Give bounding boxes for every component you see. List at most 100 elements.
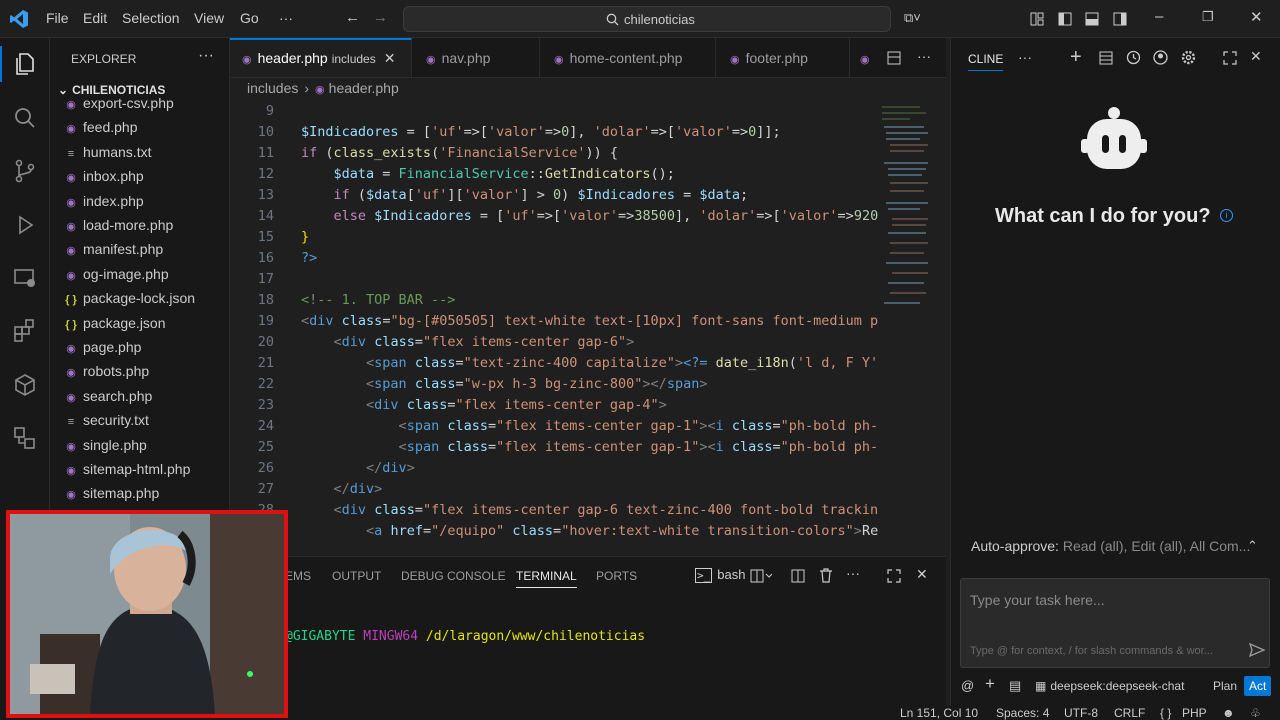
tab-footer-php[interactable]: ◉ footer.php [716,38,850,77]
file-item[interactable]: ≡ security.txt [62,412,228,434]
file-item[interactable]: ◉ og-image.php [62,266,228,288]
language-mode[interactable]: PHP [1182,706,1207,720]
history-icon[interactable] [1126,50,1141,65]
file-item[interactable]: { } package.json [62,315,228,337]
braces-icon[interactable]: { } [1160,706,1171,720]
tab-header-php[interactable]: ◉ header.php includes ✕ [230,38,412,77]
remote-explorer-icon[interactable] [12,265,38,291]
file-item[interactable]: ◉ single.php [62,437,228,459]
webcam-person-image [10,514,284,714]
tab-ports[interactable]: PORTS [596,569,637,583]
tab-terminal[interactable]: TERMINAL [516,569,577,588]
cline-more-button[interactable]: ··· [1018,49,1032,65]
customize-layout-icon[interactable] [1030,12,1044,26]
menu-edit[interactable]: Edit [83,10,107,26]
act-toggle[interactable]: Act [1244,676,1272,696]
explorer-files-icon[interactable] [12,51,38,77]
line-number: 11 [257,145,274,161]
toggle-panel-icon[interactable] [1085,12,1099,26]
add-context-plus-icon[interactable]: + [985,674,995,694]
command-center-search[interactable]: chilenoticias [403,6,891,32]
remote-connections-icon[interactable] [12,425,38,451]
menu-go[interactable]: Go [240,10,259,26]
source-control-icon[interactable] [12,158,38,184]
mcp-servers-icon[interactable] [1099,51,1113,65]
account-icon[interactable] [1153,50,1168,65]
file-item[interactable]: ◉ page.php [62,339,228,361]
menu-file[interactable]: File [46,10,69,26]
file-item[interactable]: ◉ manifest.php [62,241,228,263]
at-mention-icon[interactable]: @ [961,678,974,693]
indentation[interactable]: Spaces: 4 [996,706,1049,720]
containers-cube-icon[interactable] [12,372,38,398]
toggle-sidebar-icon[interactable] [1058,12,1072,26]
auto-approve-bar[interactable]: Auto-approve: Read (all), Edit (all), Al… [971,538,1250,554]
tab-overflow[interactable]: ◉ [850,38,880,77]
breadcrumb-file[interactable]: header.php [329,80,399,96]
extensions-icon[interactable] [12,318,38,344]
new-task-plus-icon[interactable]: + [1070,46,1082,69]
menu-view[interactable]: View [194,10,224,26]
rules-icon[interactable]: ▤ [1009,678,1021,694]
file-item[interactable]: ◉ load-more.php [62,217,228,239]
chevron-up-icon[interactable]: ⌃ [1247,538,1258,554]
open-in-editor-icon[interactable] [1223,51,1237,65]
gear-icon[interactable] [1181,50,1196,65]
close-icon[interactable]: ✕ [384,50,396,66]
search-icon[interactable] [12,105,38,131]
cursor-position[interactable]: Ln 151, Col 10 [900,706,978,720]
encoding[interactable]: UTF-8 [1064,706,1098,720]
file-item[interactable]: ◉ sitemap.php [62,485,228,507]
split-editor-icon[interactable] [887,51,901,65]
panel-more-button[interactable]: ··· [846,565,860,581]
file-item[interactable]: ◉ inbox.php [62,168,228,190]
task-input[interactable]: Type your task here... Type @ for contex… [960,578,1270,668]
code-editor[interactable]: 9 10 $Indicadores = ['uf'=>['valor'=>0], … [230,103,946,555]
file-item[interactable]: ≡ humans.txt [62,144,228,166]
editor-more-button[interactable]: ··· [917,48,931,64]
new-terminal-split-icon[interactable] [750,569,772,583]
back-arrow-icon[interactable]: ← [345,9,360,26]
model-selector[interactable]: ▦ deepseek:deepseek-chat [1035,679,1184,693]
php-file-icon: ◉ [66,343,76,355]
trash-icon[interactable] [819,568,833,583]
close-cline-icon[interactable]: ✕ [1250,48,1262,65]
maximize-panel-icon[interactable] [887,569,901,583]
file-item[interactable]: ◉ export-csv.php [62,95,228,117]
tab-debug-console[interactable]: DEBUG CONSOLE [401,569,506,583]
file-item[interactable]: { } package-lock.json [62,290,228,312]
breadcrumb-folder[interactable]: includes [247,80,298,96]
close-panel-icon[interactable]: ✕ [916,566,928,583]
send-icon[interactable] [1249,642,1265,658]
minimap[interactable] [880,103,932,313]
menu-selection[interactable]: Selection [122,10,180,26]
line-ending[interactable]: CRLF [1114,706,1145,720]
file-item[interactable]: ◉ index.php [62,193,228,215]
terminal-prompt[interactable]: @GIGABYTE MINGW64 /d/laragon/www/chileno… [285,629,645,644]
split-terminal-icon[interactable] [791,569,805,583]
minimize-icon[interactable]: – [1155,8,1163,25]
file-item[interactable]: ◉ feed.php [62,119,228,141]
explorer-more-button[interactable]: ··· [198,47,214,65]
run-debug-icon[interactable] [12,212,38,238]
file-item[interactable]: ◉ sitemap-html.php [62,461,228,483]
tab-home-content-php[interactable]: ◉ home-content.php [540,38,716,77]
forward-arrow-icon[interactable]: → [373,9,388,26]
terminal-shell-selector[interactable]: >_ bash [695,567,745,583]
tab-output[interactable]: OUTPUT [332,569,381,583]
toggle-secondary-sidebar-icon[interactable] [1113,12,1127,26]
file-item[interactable]: ◉ robots.php [62,363,228,385]
file-item[interactable]: ◉ search.php [62,388,228,410]
info-icon[interactable]: i [1220,209,1233,222]
restore-icon[interactable]: ❐ [1202,9,1214,25]
tab-problems[interactable]: EMS [285,569,311,583]
cline-title[interactable]: CLINE [968,52,1004,71]
notifications-bell-icon[interactable]: ♧ [1250,706,1261,720]
plan-toggle[interactable]: Plan [1213,679,1237,693]
file-label: inbox.php [83,168,144,185]
tab-nav-php[interactable]: ◉ nav.php [412,38,540,77]
copilot-icon[interactable]: ⧉˅ [904,10,921,26]
menu-more[interactable]: ··· [279,10,293,26]
copilot-status-icon[interactable]: ☻ [1222,706,1235,720]
close-window-icon[interactable]: ✕ [1250,8,1263,26]
